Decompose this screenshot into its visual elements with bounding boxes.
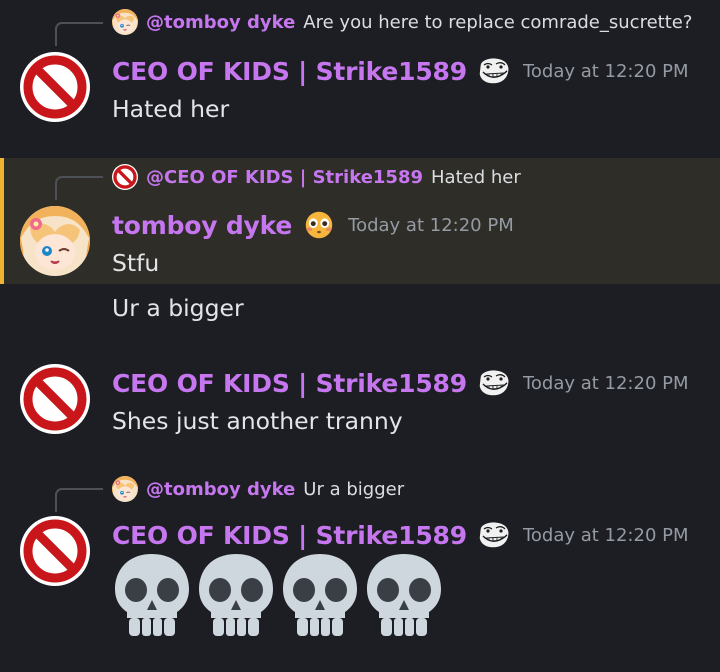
timestamp[interactable]: Today at 12:20 PM	[523, 373, 689, 394]
avatar-ceo[interactable]	[20, 516, 90, 586]
trollface-icon[interactable]	[477, 520, 511, 550]
reply-avatar-tomboy[interactable]	[112, 476, 138, 502]
timestamp[interactable]: Today at 12:20 PM	[523, 525, 689, 546]
reply-connector	[55, 176, 103, 200]
skull-icon[interactable]	[280, 552, 360, 638]
message-header: CEO OF KIDS | Strike1589 Today at 12:20 …	[112, 54, 689, 88]
timestamp[interactable]: Today at 12:20 PM	[348, 215, 514, 236]
username[interactable]: CEO OF KIDS | Strike1589	[112, 521, 467, 550]
reply-avatar-ceo[interactable]	[112, 164, 138, 190]
skull-icon[interactable]	[112, 552, 192, 638]
trollface-icon[interactable]	[477, 56, 511, 86]
reply-avatar-tomboy[interactable]	[112, 9, 138, 35]
message-header: CEO OF KIDS | Strike1589 Today at 12:20 …	[112, 518, 689, 552]
reply-connector	[55, 22, 103, 46]
message-3: CEO OF KIDS | Strike1589 Today at 12:20 …	[0, 350, 720, 450]
mention-highlight-bar	[0, 158, 4, 284]
message-header: CEO OF KIDS | Strike1589 Today at 12:20 …	[112, 366, 689, 400]
reply-preview[interactable]: @tomboy dyke Are you here to replace com…	[112, 10, 692, 34]
message-header: tomboy dyke Today at 12:20 PM	[112, 208, 514, 242]
reply-text[interactable]: Are you here to replace comrade_sucrette…	[303, 12, 692, 33]
reply-text[interactable]: Hated her	[431, 167, 521, 188]
reply-connector	[55, 488, 103, 512]
skull-icon[interactable]	[364, 552, 444, 638]
emoji-row	[112, 552, 444, 638]
trollface-icon[interactable]	[477, 368, 511, 398]
message-text: Hated her	[112, 95, 230, 123]
flushed-face-icon[interactable]	[302, 210, 336, 240]
username[interactable]: tomboy dyke	[112, 211, 292, 240]
username[interactable]: CEO OF KIDS | Strike1589	[112, 369, 467, 398]
username[interactable]: CEO OF KIDS | Strike1589	[112, 57, 467, 86]
message-text: Shes just another tranny	[112, 407, 403, 435]
reply-preview[interactable]: @tomboy dyke Ur a bigger	[112, 477, 404, 501]
avatar-ceo[interactable]	[20, 52, 90, 122]
message-1: @tomboy dyke Are you here to replace com…	[0, 0, 720, 150]
reply-username[interactable]: @CEO OF KIDS | Strike1589	[146, 167, 423, 188]
message-text-followup: Ur a bigger	[112, 294, 244, 322]
avatar-tomboy[interactable]	[20, 206, 90, 276]
avatar-ceo[interactable]	[20, 364, 90, 434]
skull-icon[interactable]	[196, 552, 276, 638]
reply-preview[interactable]: @CEO OF KIDS | Strike1589 Hated her	[112, 165, 521, 189]
message-text: Stfu	[112, 249, 160, 277]
reply-text[interactable]: Ur a bigger	[303, 479, 404, 500]
reply-username[interactable]: @tomboy dyke	[146, 479, 295, 500]
timestamp[interactable]: Today at 12:20 PM	[523, 61, 689, 82]
message-2-highlighted: @CEO OF KIDS | Strike1589 Hated her tomb…	[0, 158, 720, 284]
reply-username[interactable]: @tomboy dyke	[146, 12, 295, 33]
